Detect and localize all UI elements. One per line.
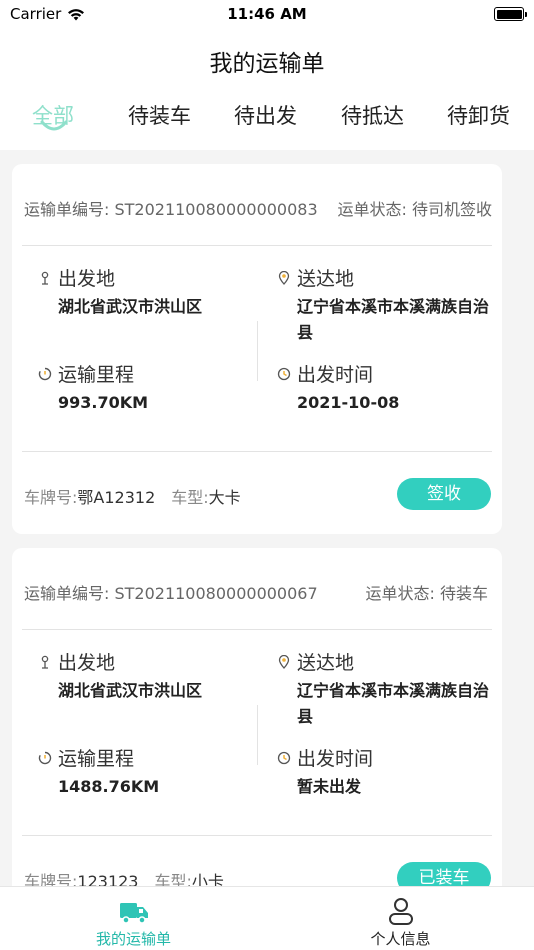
tabbar-label-orders: 我的运输单 — [95, 930, 171, 948]
vehicle-info: 车牌号:123123 车型:小卡 — [24, 868, 224, 886]
origin-pin-icon — [41, 271, 49, 285]
order-list[interactable]: 运输单编号: ST202110080000000083 运单状态: 待司机签收 … — [0, 150, 534, 886]
order-filter-tabs: 全部 待装车 待出发 待抵达 待卸货 — [0, 90, 534, 150]
tab-pending-departure[interactable]: 待出发 — [234, 100, 297, 130]
departure-time-info: 出发时间 2021-10-08 — [277, 360, 399, 416]
order-status: 运单状态: 待装车 — [365, 584, 488, 603]
clock-icon — [277, 751, 291, 764]
tabbar-item-orders[interactable]: 我的运输单 — [0, 887, 267, 950]
navigation-bar: 我的运输单 — [0, 28, 534, 90]
destination-pin-icon — [278, 654, 290, 669]
departure-time-label: 出发时间 — [297, 748, 374, 770]
vehicle-type-value: 大卡 — [208, 488, 241, 507]
divider — [22, 629, 492, 630]
plate-label: 车牌号: — [24, 872, 78, 886]
origin-label: 出发地 — [58, 268, 116, 290]
distance-icon — [38, 367, 52, 380]
origin-pin-icon — [41, 655, 49, 669]
plate-value: 123123 — [77, 872, 139, 886]
order-number: 运输单编号: ST202110080000000067 — [24, 584, 318, 603]
departure-time-label: 出发时间 — [297, 364, 374, 386]
divider — [22, 451, 492, 452]
loaded-button[interactable]: 已装车 — [397, 862, 491, 886]
truck-icon — [119, 903, 148, 924]
order-card[interactable]: 运输单编号: ST202110080000000083 运单状态: 待司机签收 … — [12, 164, 502, 534]
destination-value: 辽宁省本溪市本溪满族自治县 — [297, 681, 490, 726]
sign-receipt-button[interactable]: 签收 — [397, 478, 491, 510]
divider — [22, 835, 492, 836]
vehicle-type-value: 小卡 — [191, 872, 224, 886]
plate-label: 车牌号: — [24, 488, 78, 507]
departure-time-value: 2021-10-08 — [297, 393, 400, 412]
distance-info: 运输里程 1488.76KM — [38, 744, 159, 800]
vehicle-type-label: 车型: — [154, 872, 192, 886]
page-title: 我的运输单 — [209, 51, 325, 77]
vehicle-type-label: 车型: — [171, 488, 209, 507]
destination-info: 送达地 辽宁省本溪市本溪满族自治县 — [277, 648, 497, 730]
destination-label: 送达地 — [297, 268, 355, 290]
clock-icon — [277, 367, 291, 380]
tabbar-label-profile: 个人信息 — [370, 930, 431, 948]
destination-pin-icon — [278, 270, 290, 285]
order-header: 运输单编号: ST202110080000000083 运单状态: 待司机签收 — [24, 196, 492, 220]
origin-value: 湖北省武汉市洪山区 — [58, 297, 203, 316]
order-number: 运输单编号: ST202110080000000083 — [24, 200, 318, 219]
order-header: 运输单编号: ST202110080000000067 运单状态: 待装车 — [24, 580, 492, 604]
tab-pending-loading[interactable]: 待装车 — [128, 100, 191, 130]
origin-value: 湖北省武汉市洪山区 — [58, 681, 203, 700]
destination-info: 送达地 辽宁省本溪市本溪满族自治县 — [277, 264, 497, 346]
distance-value: 993.70KM — [58, 393, 149, 412]
distance-label: 运输里程 — [58, 748, 135, 770]
origin-label: 出发地 — [58, 652, 116, 674]
person-icon — [388, 898, 413, 925]
tab-pending-unloading[interactable]: 待卸货 — [447, 100, 510, 130]
destination-label: 送达地 — [297, 652, 355, 674]
plate-value: 鄂A12312 — [77, 488, 156, 507]
origin-info: 出发地 湖北省武汉市洪山区 — [38, 648, 202, 704]
bottom-tab-bar: 我的运输单 个人信息 — [0, 886, 534, 950]
distance-label: 运输里程 — [58, 364, 135, 386]
departure-time-value: 暂未出发 — [297, 777, 362, 796]
origin-info: 出发地 湖北省武汉市洪山区 — [38, 264, 202, 320]
vertical-divider — [257, 321, 258, 381]
order-card[interactable]: 运输单编号: ST202110080000000067 运单状态: 待装车 出发… — [12, 548, 502, 886]
order-status: 运单状态: 待司机签收 — [337, 200, 492, 219]
vertical-divider — [257, 705, 258, 765]
distance-info: 运输里程 993.70KM — [38, 360, 148, 416]
tab-pending-arrival[interactable]: 待抵达 — [341, 100, 404, 130]
tabbar-item-profile[interactable]: 个人信息 — [267, 887, 534, 950]
distance-value: 1488.76KM — [58, 777, 160, 796]
status-time: 11:46 AM — [227, 5, 307, 23]
destination-value: 辽宁省本溪市本溪满族自治县 — [297, 297, 490, 342]
active-tab-indicator — [40, 120, 68, 131]
divider — [22, 245, 492, 246]
vehicle-info: 车牌号:鄂A12312 车型:大卡 — [24, 484, 241, 508]
departure-time-info: 出发时间 暂未出发 — [277, 744, 373, 800]
distance-icon — [38, 751, 52, 764]
status-bar: Carrier 11:46 AM — [0, 0, 534, 28]
battery-icon — [494, 7, 527, 21]
